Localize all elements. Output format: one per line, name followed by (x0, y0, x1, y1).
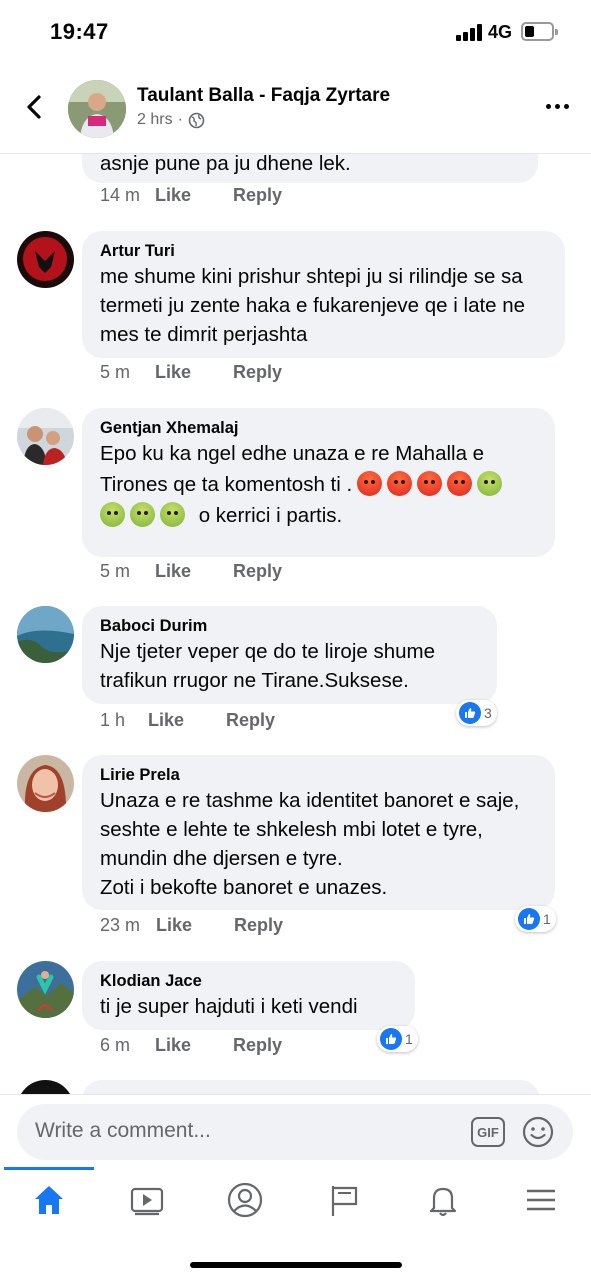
page-avatar[interactable] (68, 80, 126, 138)
comment-time: 23 m (100, 915, 141, 935)
like-button[interactable]: Like (155, 185, 191, 206)
watch-icon[interactable] (129, 1182, 165, 1218)
emoji-picker-icon[interactable] (521, 1115, 555, 1149)
comment-text-line: Tirones qe ta komentosh ti . (100, 470, 537, 499)
like-button[interactable]: Like (155, 362, 191, 383)
battery-icon (521, 22, 558, 41)
more-options-icon[interactable] (546, 104, 569, 109)
comment-bubble[interactable]: Lirie Prela Unaza e re tashme ka identit… (82, 755, 555, 910)
reaction-number: 1 (543, 911, 551, 927)
active-tab-indicator (4, 1167, 94, 1170)
comment-author[interactable]: Baboci Durim (100, 615, 479, 637)
page-name[interactable]: Taulant Balla - Faqja Zyrtare (137, 85, 390, 107)
avatar[interactable] (17, 606, 74, 663)
comment-time: 6 m (100, 1035, 131, 1055)
comment-placeholder: Write a comment... (35, 1119, 211, 1142)
comment-text-line: o kerrici i partis. (100, 501, 537, 530)
comment-time: 1 h (100, 710, 126, 730)
like-button[interactable]: Like (155, 561, 191, 582)
comment-bubble[interactable]: Klodian Jace ti je super hajduti i keti … (82, 961, 415, 1030)
comment-text-fragment: Tirones qe ta komentosh ti . (100, 473, 353, 496)
comment-text-fragment: o kerrici i partis. (198, 504, 343, 527)
post-header: Taulant Balla - Faqja Zyrtare 2 hrs · (0, 70, 591, 154)
network-type: 4G (488, 22, 513, 42)
reaction-count[interactable]: 1 (515, 906, 556, 932)
globe-icon (188, 112, 205, 128)
comment-bubble[interactable] (82, 1080, 540, 1094)
reply-button[interactable]: Reply (233, 1035, 282, 1056)
reply-button[interactable]: Reply (226, 710, 275, 731)
comment-author[interactable]: Klodian Jace (100, 970, 397, 992)
nauseated-face-icon (130, 502, 155, 527)
comment-bubble[interactable]: asnje pune pa ju dhene lek. (82, 154, 538, 183)
avatar[interactable] (17, 1080, 74, 1094)
comment-actions: 1 h Like Reply (100, 710, 275, 731)
comment-actions: 6 m Like Reply (100, 1035, 282, 1056)
like-button[interactable]: Like (156, 915, 192, 936)
avatar[interactable] (17, 961, 74, 1018)
status-time: 19:47 (50, 19, 109, 44)
comment-author[interactable]: Artur Turi (100, 240, 547, 262)
menu-icon[interactable] (523, 1182, 559, 1218)
angry-face-icon (387, 471, 413, 496)
comment-author[interactable]: Lirie Prela (100, 764, 537, 786)
comment-input[interactable]: Write a comment... GIF (17, 1104, 573, 1160)
comment-text: Epo ku ka ngel edhe unaza e re Mahalla e (100, 442, 485, 465)
comment-text: me shume kini prishur shtepi ju si rilin… (100, 265, 526, 346)
angry-face-icon (417, 471, 443, 496)
like-button[interactable]: Like (148, 710, 184, 731)
reaction-count[interactable]: 1 (377, 1026, 418, 1052)
avatar[interactable] (17, 231, 74, 288)
nauseated-face-icon (160, 502, 185, 527)
pages-flag-icon[interactable] (326, 1182, 362, 1218)
like-reaction-icon (380, 1028, 402, 1050)
reaction-number: 3 (484, 705, 492, 721)
comment-actions: 14 m Like Reply (100, 185, 282, 206)
comment-actions: 5 m Like Reply (100, 561, 282, 582)
nauseated-face-icon (100, 502, 125, 527)
comment-text: Unaza e re tashme ka identitet banoret e… (100, 789, 520, 870)
like-reaction-icon (518, 908, 540, 930)
post-meta: 2 hrs · (137, 111, 205, 129)
post-time: 2 hrs (137, 111, 173, 128)
comment-bubble[interactable]: Artur Turi me shume kini prishur shtepi … (82, 231, 565, 358)
avatar[interactable] (17, 408, 74, 465)
comment-text: asnje pune pa ju dhene lek. (100, 154, 351, 175)
reaction-number: 1 (405, 1031, 413, 1047)
gif-button[interactable]: GIF (471, 1117, 505, 1147)
reply-button[interactable]: Reply (233, 185, 282, 206)
comment-time: 5 m (100, 362, 131, 382)
home-indicator (190, 1262, 402, 1268)
comment-time: 5 m (100, 561, 131, 581)
comment-text: ti je super hajduti i keti vendi (100, 995, 358, 1018)
reply-button[interactable]: Reply (233, 362, 282, 383)
comment-composer: Write a comment... GIF (0, 1094, 591, 1170)
like-button[interactable]: Like (155, 1035, 191, 1056)
angry-face-icon (447, 471, 473, 496)
bottom-tab-bar (0, 1167, 591, 1236)
comment-actions: 23 m Like Reply (100, 915, 283, 936)
comment-bubble[interactable]: Gentjan Xhemalaj Epo ku ka ngel edhe una… (82, 408, 555, 557)
comment-actions: 5 m Like Reply (100, 362, 282, 383)
avatar[interactable] (17, 755, 74, 812)
notifications-bell-icon[interactable] (425, 1182, 461, 1218)
comment-bubble[interactable]: Baboci Durim Nje tjeter veper qe do te l… (82, 606, 497, 704)
profile-icon[interactable] (227, 1182, 263, 1218)
reply-button[interactable]: Reply (234, 915, 283, 936)
comment-text-line: Zoti i bekofte banoret e unazes. (100, 876, 388, 899)
back-arrow-icon[interactable] (20, 92, 50, 122)
signal-icon (456, 24, 482, 41)
comment-time: 14 m (100, 185, 141, 205)
nauseated-face-icon (477, 471, 503, 496)
like-reaction-icon (459, 702, 481, 724)
comment-author[interactable]: Gentjan Xhemalaj (100, 417, 537, 439)
comments-list: asnje pune pa ju dhene lek. 14 m Like Re… (0, 154, 591, 1094)
comment-text: Nje tjeter veper qe do te liroje shume t… (100, 640, 436, 692)
home-icon[interactable] (31, 1182, 67, 1218)
reaction-count[interactable]: 3 (456, 700, 497, 726)
reply-button[interactable]: Reply (233, 561, 282, 582)
angry-face-icon (357, 471, 383, 496)
status-bar: 19:47 4G (0, 0, 591, 62)
